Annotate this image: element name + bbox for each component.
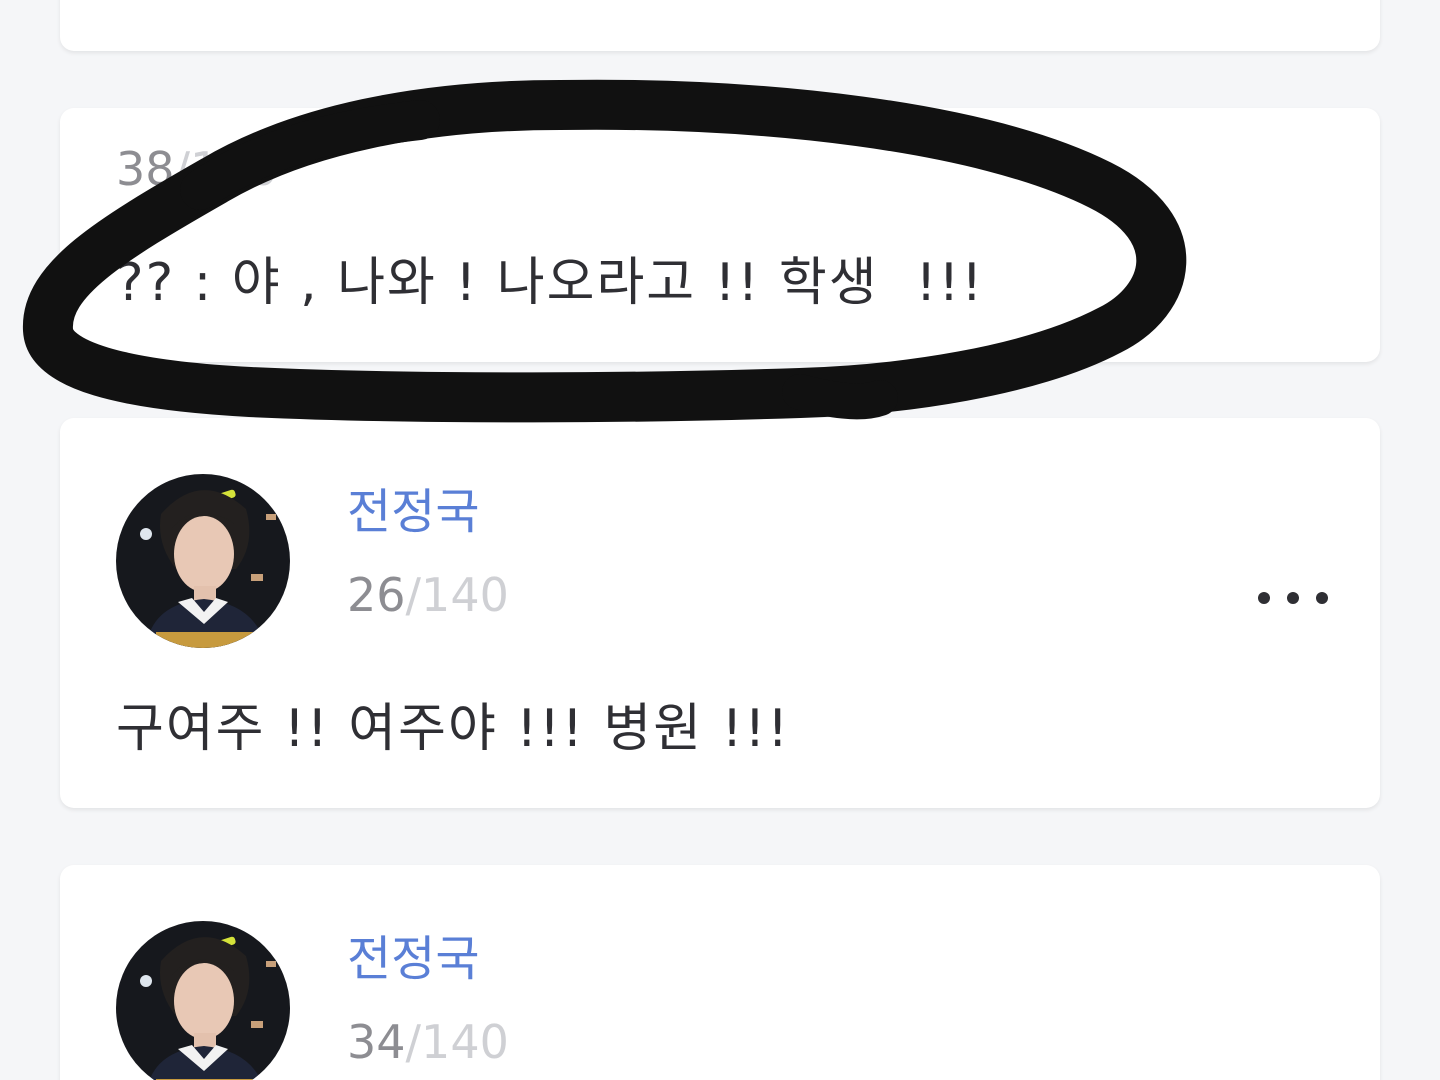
avatar[interactable] xyxy=(116,921,290,1080)
counter-max: 140 xyxy=(190,142,278,196)
char-counter: 26/140 xyxy=(347,568,509,622)
author-name[interactable]: 전정국 xyxy=(347,919,479,989)
author-name[interactable]: 전정국 xyxy=(347,472,479,542)
more-horizontal-icon xyxy=(1258,592,1270,604)
post-card: 전정국 34/140 xyxy=(60,865,1380,1080)
feed-page: 38/140 ?? : 야 , 나와 ! 나오라고 !! 학생 !!! 전정국 xyxy=(0,0,1440,1080)
counter-separator: / xyxy=(405,1015,422,1069)
avatar[interactable] xyxy=(116,474,290,648)
counter-separator: / xyxy=(174,142,191,196)
avatar-image xyxy=(116,474,290,648)
counter-max: 140 xyxy=(421,1015,509,1069)
counter-current: 38 xyxy=(116,142,175,196)
counter-separator: / xyxy=(405,568,422,622)
more-horizontal-icon xyxy=(1287,592,1299,604)
post-message: ?? : 야 , 나와 ! 나오라고 !! 학생 !!! xyxy=(116,253,985,313)
post-card: 38/140 ?? : 야 , 나와 ! 나오라고 !! 학생 !!! xyxy=(60,108,1380,362)
post-card-previous xyxy=(60,0,1380,51)
post-card: 전정국 26/140 구여주 !! 여주야 !!! 병원 !!! xyxy=(60,418,1380,808)
post-message: 구여주 !! 여주야 !!! 병원 !!! xyxy=(116,699,791,759)
more-horizontal-icon xyxy=(1316,592,1328,604)
char-counter: 38/140 xyxy=(116,142,278,196)
more-options-button[interactable] xyxy=(1258,578,1328,618)
char-counter: 34/140 xyxy=(347,1015,509,1069)
counter-current: 34 xyxy=(347,1015,406,1069)
counter-max: 140 xyxy=(421,568,509,622)
avatar-image xyxy=(116,921,290,1080)
counter-current: 26 xyxy=(347,568,406,622)
